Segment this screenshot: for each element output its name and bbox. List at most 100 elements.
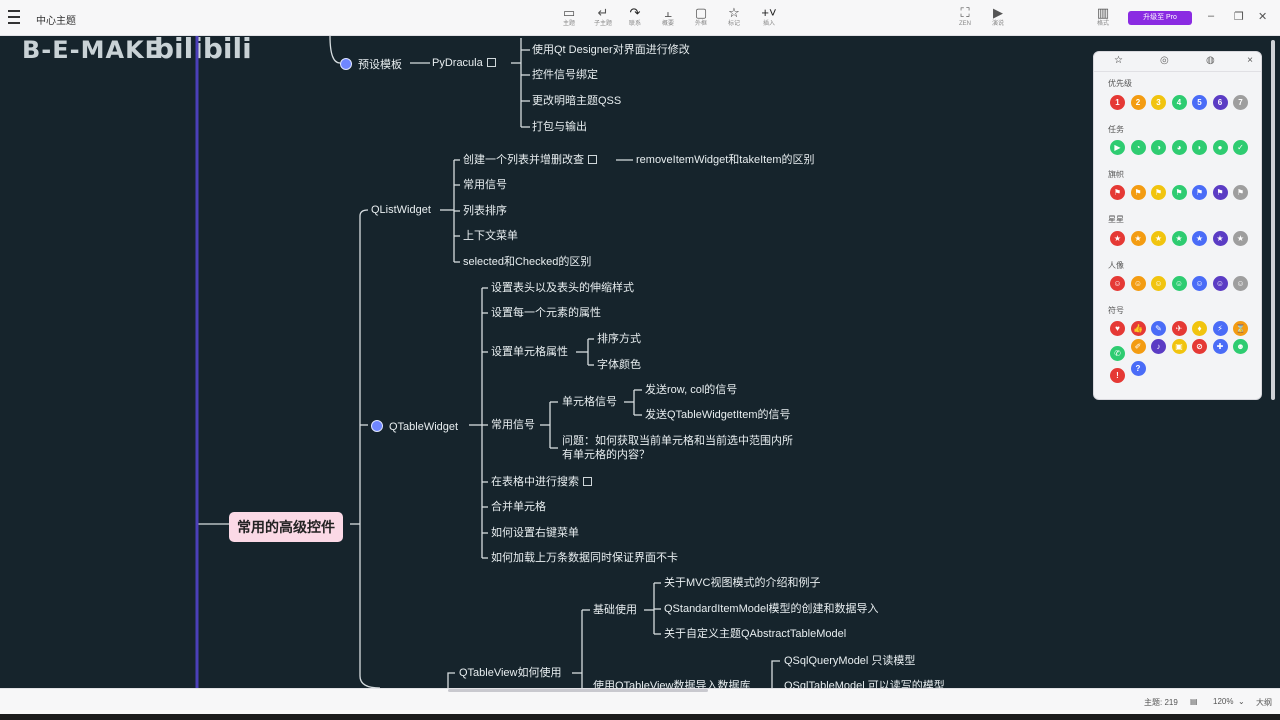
db-item-2[interactable]: QSqlTableModel 可以读写的模型 [784, 679, 945, 688]
marker-icon[interactable]: ⊘ [1192, 339, 1207, 354]
marker-icon[interactable]: ★ [1171, 231, 1187, 246]
qlist-item-3[interactable]: 列表排序 [463, 204, 507, 218]
marker-icon[interactable]: ☺ [1192, 276, 1207, 291]
link-icon[interactable] [588, 155, 597, 164]
marker-icon[interactable]: ⚑ [1192, 185, 1207, 200]
marker-icon[interactable]: ! [1110, 368, 1125, 383]
basic-item-1[interactable]: 关于MVC视图模式的介绍和例子 [664, 576, 820, 590]
zen-button[interactable]: ⛶ ZEN [952, 6, 978, 32]
qtablewidget-node[interactable]: QTableWidget [371, 418, 458, 434]
cell-signal-item-1[interactable]: 发送row, col的信号 [645, 383, 737, 397]
root-node[interactable]: 常用的高级控件 [229, 512, 343, 542]
qlist-item-2[interactable]: 常用信号 [463, 178, 507, 192]
marker-icon[interactable]: ☺ [1212, 276, 1228, 291]
marker-icon[interactable]: ⚑ [1151, 185, 1166, 200]
marker-icon[interactable]: ☺ [1110, 276, 1125, 291]
py-item-2[interactable]: 控件信号绑定 [532, 68, 598, 82]
marker-icon[interactable]: ★ [1151, 231, 1166, 246]
basic-item-3[interactable]: 关于自定义主题QAbstractTableModel [664, 627, 846, 641]
zoom-level[interactable]: 120% [1213, 697, 1233, 706]
marker-icon[interactable]: 1 [1110, 95, 1125, 110]
basic-use-node[interactable]: 基础使用 [593, 603, 637, 617]
insert-button[interactable]: +˅ 插入 [754, 6, 784, 32]
marker-icon[interactable]: ✆ [1110, 346, 1125, 361]
marker-icon[interactable]: ♪ [1151, 339, 1166, 354]
marker-icon[interactable]: ● [1212, 140, 1228, 155]
qtable-item-6[interactable]: 合并单元格 [491, 500, 546, 514]
qtable-item-2[interactable]: 设置每一个元素的属性 [491, 306, 601, 320]
marker-icon[interactable]: 7 [1233, 95, 1248, 110]
marker-icon[interactable]: ? [1130, 361, 1146, 376]
marker-icon[interactable]: ☺ [1130, 276, 1146, 291]
marker-icon[interactable]: ◕ [1171, 140, 1187, 155]
marker-icon[interactable]: ⚑ [1130, 185, 1146, 200]
preset-node[interactable]: 预设模板 [340, 56, 402, 72]
marker-icon[interactable]: ★ [1192, 231, 1207, 246]
marker-icon[interactable]: 2 [1130, 95, 1146, 110]
link-icon[interactable] [486, 58, 496, 67]
zoom-dropdown-icon[interactable]: ⌄ [1238, 697, 1245, 706]
qlist-item-1[interactable]: 创建一个列表并增删改查 [463, 153, 597, 167]
sub-theme-button[interactable]: ↵ 子主题 [590, 6, 616, 32]
marker-icon[interactable]: 5 [1192, 95, 1207, 110]
marker-icon[interactable]: ✓ [1233, 140, 1248, 155]
view-mode[interactable]: 大纲 [1256, 697, 1272, 708]
marker-icon[interactable]: 4 [1171, 95, 1187, 110]
format-button[interactable]: ▥ 格式 [1090, 6, 1116, 32]
db-use-node[interactable]: 使用QTableView数据导入数据库 [593, 679, 751, 688]
link-icon[interactable] [583, 477, 592, 486]
mindmap-canvas[interactable]: B-E-MAKE bilibili 常用的高级控件 预设模板 PyDracula… [0, 36, 1280, 688]
outline-button[interactable]: ⫠ 概要 [655, 6, 681, 32]
marker-icon[interactable]: ☺ [1233, 276, 1248, 291]
marker-icon[interactable]: ⚑ [1233, 185, 1248, 200]
marker-icon[interactable]: ✚ [1212, 339, 1228, 354]
qtable-item-3[interactable]: 设置单元格属性 [491, 345, 568, 359]
marker-icon[interactable]: ◔ [1130, 140, 1146, 155]
marker-icon[interactable]: ⚡ [1212, 321, 1228, 336]
qlist-item-4[interactable]: 上下文菜单 [463, 229, 518, 243]
marker-icon[interactable]: ⌛ [1233, 321, 1248, 336]
basic-item-2[interactable]: QStandardItemModel模型的创建和数据导入 [664, 602, 879, 616]
mark-button[interactable]: ☆ 标记 [721, 6, 747, 32]
marker-icon[interactable]: ✈ [1171, 321, 1187, 336]
qtable-item-8[interactable]: 如何加载上万条数据同时保证界面不卡 [491, 551, 678, 565]
marker-icon[interactable]: ☻ [1233, 339, 1248, 354]
cell-signal-item-2[interactable]: 发送QTableWidgetItem的信号 [645, 408, 790, 422]
close-icon[interactable]: ✕ [1258, 10, 1267, 23]
qtable-item-7[interactable]: 如何设置右键菜单 [491, 526, 579, 540]
frame-button[interactable]: ▢ 外框 [688, 6, 714, 32]
marker-icon[interactable]: ★ [1212, 231, 1228, 246]
present-button[interactable]: ▶ 演说 [985, 6, 1011, 32]
relation-button[interactable]: ↷ 联系 [622, 6, 648, 32]
qlist-item-5[interactable]: selected和Checked的区别 [463, 255, 591, 269]
marker-icon[interactable]: ⚑ [1171, 185, 1187, 200]
insert-theme-button[interactable]: ▭ 主题 [556, 6, 582, 32]
marker-icon[interactable]: ⚑ [1212, 185, 1228, 200]
marker-icon[interactable]: ★ [1110, 231, 1125, 246]
marker-icon[interactable]: ▣ [1171, 339, 1187, 354]
restore-icon[interactable]: ❐ [1234, 10, 1244, 23]
marker-icon[interactable]: ✐ [1130, 339, 1146, 354]
question-node[interactable]: 问题：如何获取当前单元格和当前选中范围内所 有单元格的内容？ [562, 434, 793, 462]
illustration-tab-icon[interactable]: ◍ [1206, 55, 1215, 66]
py-item-3[interactable]: 更改明暗主题QSS [532, 94, 621, 108]
marker-icon[interactable]: ♥ [1110, 321, 1125, 336]
upgrade-pro-button[interactable]: 升级至 Pro [1128, 11, 1192, 25]
qlist-note[interactable]: removeItemWidget和takeItem的区别 [636, 153, 815, 167]
marker-icon[interactable]: ◑ [1151, 140, 1166, 155]
marker-icon[interactable]: ★ [1233, 231, 1248, 246]
pydracula-node[interactable]: PyDracula [432, 56, 496, 70]
marker-icon[interactable]: ★ [1130, 231, 1146, 246]
marker-icon[interactable]: 3 [1151, 95, 1166, 110]
marker-icon[interactable]: 👍 [1130, 321, 1146, 336]
mark-tab-icon[interactable]: ☆ [1114, 55, 1123, 66]
marker-icon[interactable]: 6 [1212, 95, 1228, 110]
py-item-4[interactable]: 打包与输出 [532, 120, 587, 134]
horizontal-scrollbar[interactable] [448, 689, 708, 692]
menu-icon[interactable] [8, 10, 24, 24]
panel-close-icon[interactable]: × [1247, 55, 1253, 66]
marker-icon[interactable]: ⚑ [1110, 185, 1125, 200]
db-item-1[interactable]: QSqlQueryModel 只读模型 [784, 654, 915, 668]
qlistwidget-node[interactable]: QListWidget [371, 203, 431, 217]
marker-icon[interactable]: ☺ [1171, 276, 1187, 291]
